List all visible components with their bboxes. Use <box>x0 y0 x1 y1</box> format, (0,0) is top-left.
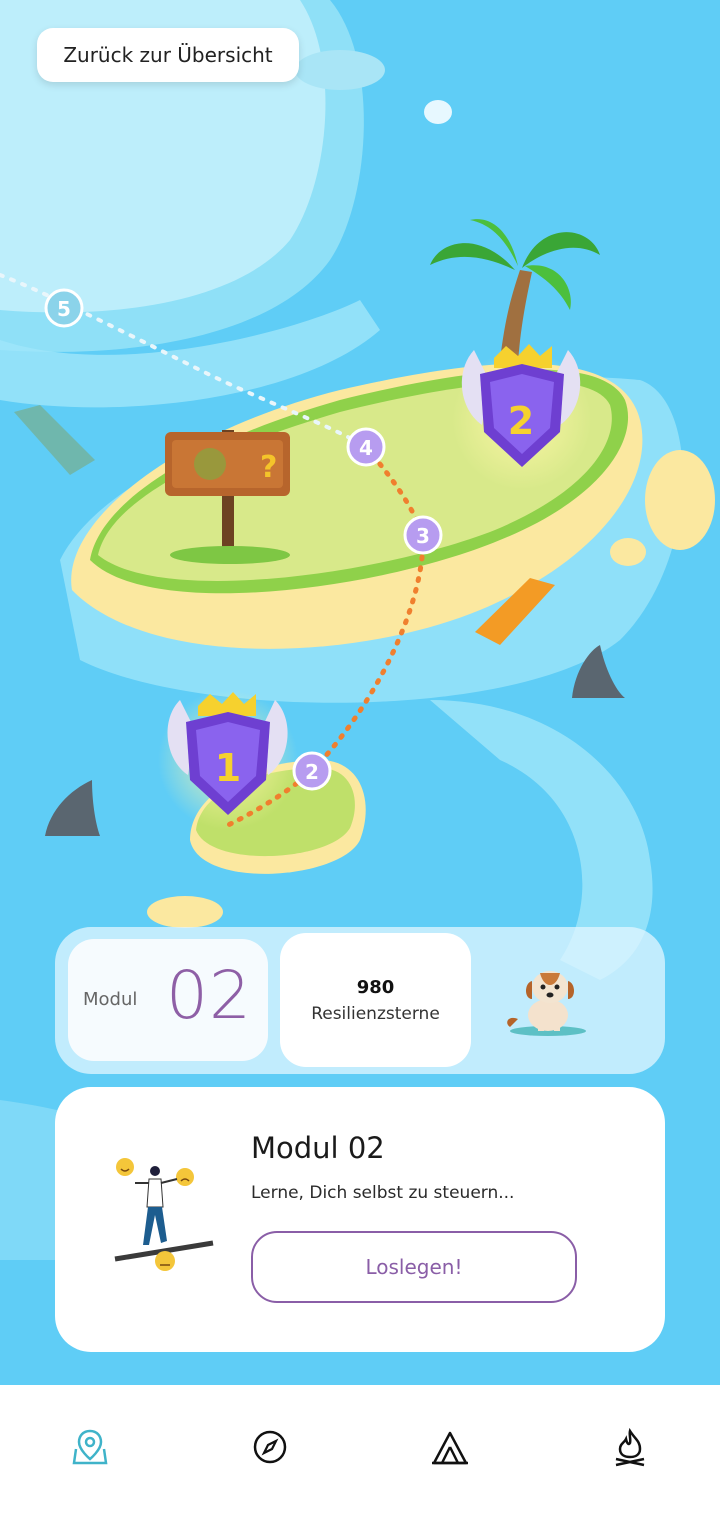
stars-label: Resilienzsterne <box>311 1003 440 1024</box>
nav-explore-tab[interactable] <box>248 1425 292 1469</box>
nav-campfire-tab[interactable] <box>608 1425 652 1469</box>
waypoint-marker[interactable]: 4 <box>346 427 386 467</box>
stars-value: 980 <box>356 976 395 998</box>
waypoint-marker[interactable]: 2 <box>292 751 332 791</box>
module-badge-2[interactable]: 2 <box>461 344 581 467</box>
resilience-stars-stat: 980 Resilienzsterne <box>280 933 471 1067</box>
map-pin-icon <box>72 1429 108 1465</box>
module-badge-1[interactable]: 1 <box>167 692 288 815</box>
badge-number: 1 <box>215 746 241 790</box>
module-card-description: Lerne, Dich selbst zu steuern... <box>251 1183 515 1203</box>
module-stat-label: Modul <box>83 989 138 1010</box>
badge-number: 2 <box>508 399 534 443</box>
bottom-navigation <box>0 1385 720 1535</box>
waypoint-label: 4 <box>359 436 373 460</box>
waypoint-label: 5 <box>57 297 71 321</box>
balance-person-illustration <box>114 1158 214 1271</box>
module-stat-number: 02 <box>166 957 252 1034</box>
module-card: Modul 02 Lerne, Dich selbst zu steuern..… <box>55 1087 665 1352</box>
waypoint-marker[interactable]: 3 <box>403 515 443 555</box>
back-to-overview-button[interactable]: Zurück zur Übersicht <box>37 28 299 82</box>
dog-mascot-icon <box>507 971 586 1036</box>
stats-panel: Modul 02 980 Resilienzsterne <box>55 927 665 1074</box>
waypoint-marker[interactable]: 5 <box>44 288 84 328</box>
waypoint-label: 3 <box>416 524 430 548</box>
compass-icon <box>253 1430 287 1464</box>
waypoint-label: 2 <box>305 760 319 784</box>
module-stat: Modul 02 <box>68 939 268 1061</box>
campfire-icon <box>615 1427 645 1467</box>
tent-icon <box>432 1431 468 1465</box>
start-module-button[interactable]: Loslegen! <box>251 1231 577 1303</box>
nav-camp-tab[interactable] <box>428 1425 472 1469</box>
nav-map-tab[interactable] <box>68 1425 112 1469</box>
module-card-title: Modul 02 <box>251 1131 385 1165</box>
